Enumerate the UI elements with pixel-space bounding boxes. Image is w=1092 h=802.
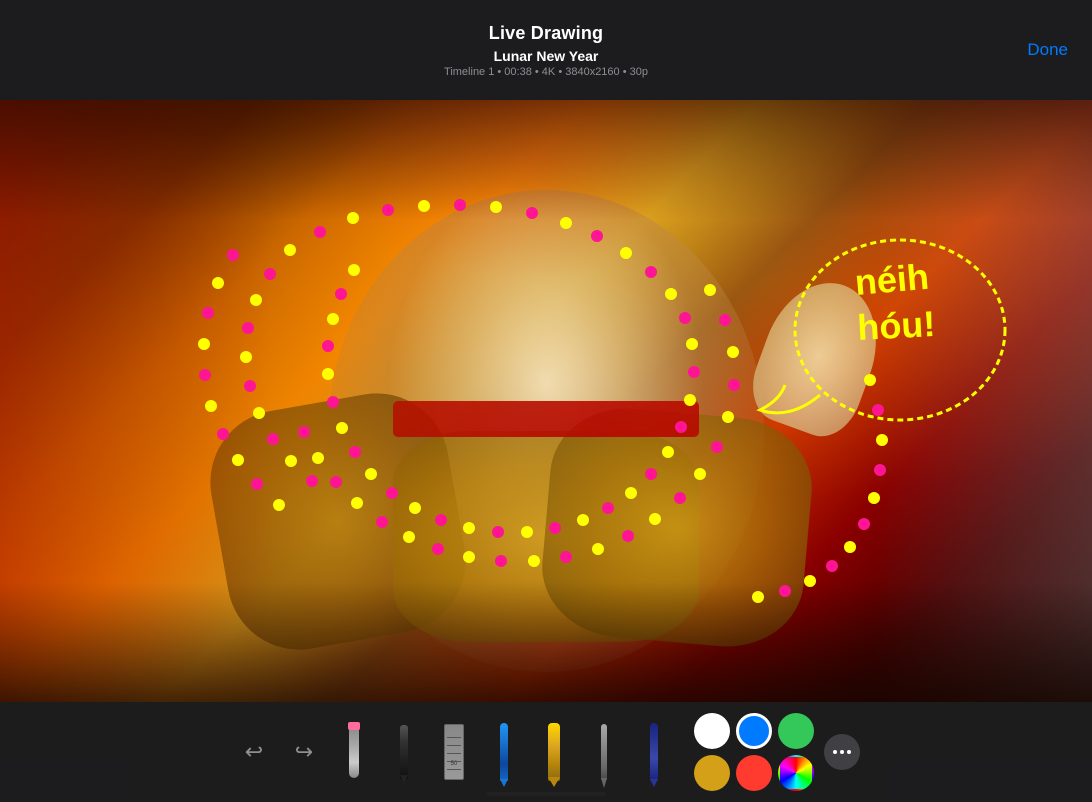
done-button[interactable]: Done	[1027, 40, 1068, 60]
deep-blue-pen-tool[interactable]	[632, 716, 676, 788]
marker-gold-icon	[548, 723, 560, 781]
dark-pencil-tool[interactable]	[382, 716, 426, 788]
eraser-icon	[349, 726, 359, 778]
fountain-pen-tool[interactable]	[582, 716, 626, 788]
green-swatch[interactable]	[778, 713, 814, 749]
more-dots-icon	[833, 750, 851, 754]
page-title: Live Drawing	[489, 23, 603, 44]
gold-swatch[interactable]	[694, 755, 730, 791]
canvas-area[interactable]: néih hóu!	[0, 100, 1092, 702]
blue-pen-tool[interactable]	[482, 716, 526, 788]
ruler-icon	[444, 724, 464, 780]
ruler-tool[interactable]	[432, 716, 476, 788]
undo-button[interactable]: ↩	[232, 716, 276, 788]
blue-swatch[interactable]	[736, 713, 772, 749]
fountain-pen-icon	[601, 724, 607, 780]
color-palette	[694, 713, 814, 791]
red-swatch[interactable]	[736, 755, 772, 791]
white-swatch[interactable]	[694, 713, 730, 749]
more-options-button[interactable]	[824, 734, 860, 770]
project-meta: Timeline 1 • 00:38 • 4K • 3840x2160 • 30…	[444, 66, 648, 78]
title-area: Live Drawing Lunar New Year Timeline 1 •…	[444, 23, 648, 78]
gold-marker-tool[interactable]	[532, 716, 576, 788]
redo-button[interactable]: ↪	[282, 716, 326, 788]
project-name: Lunar New Year	[494, 48, 599, 64]
pencil-dark-icon	[400, 725, 408, 779]
top-bar: Live Drawing Lunar New Year Timeline 1 •…	[0, 0, 1092, 100]
photo-background	[0, 100, 1092, 702]
eraser-tool[interactable]	[332, 716, 376, 788]
rainbow-swatch[interactable]	[778, 755, 814, 791]
pen-blue-icon	[500, 723, 508, 781]
toolbar: ↩ ↪	[0, 702, 1092, 802]
pen-deep-blue-icon	[650, 723, 658, 781]
